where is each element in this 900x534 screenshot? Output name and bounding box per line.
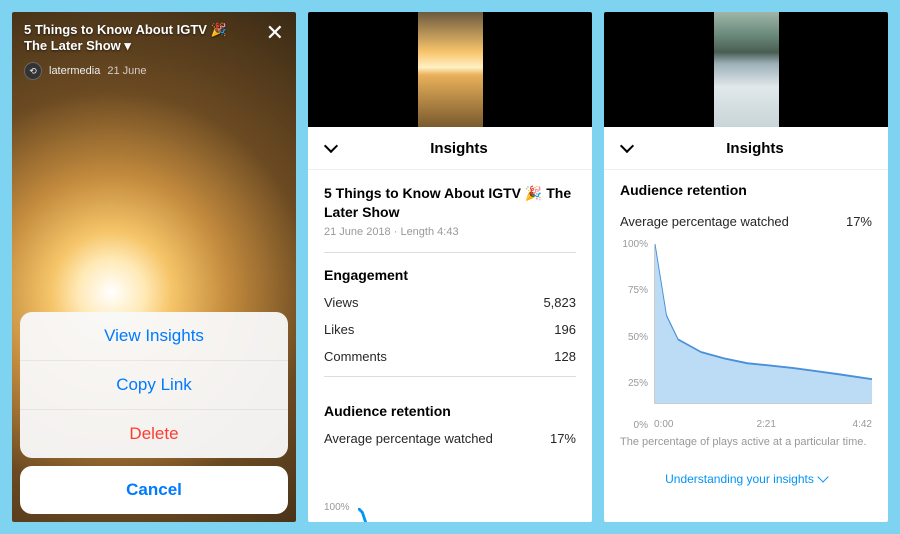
comments-label: Comments [324, 349, 387, 364]
avg-watched-value: 17% [550, 431, 576, 446]
understanding-insights-link[interactable]: Understanding your insights [620, 464, 872, 494]
likes-label: Likes [324, 322, 354, 337]
ytick-50: 50% [620, 332, 648, 343]
delete-button[interactable]: Delete [20, 410, 288, 458]
peek-ytick-100: 100% [324, 502, 350, 513]
phone-retention-chart: Insights Audience retention Average perc… [604, 12, 888, 522]
metric-comments: Comments 128 [324, 349, 576, 364]
views-value: 5,823 [543, 295, 576, 310]
cancel-button[interactable]: Cancel [20, 466, 288, 514]
ytick-25: 25% [620, 378, 648, 389]
metric-likes: Likes 196 [324, 322, 576, 337]
retention-chart: 100% 75% 50% 25% 0% 0:00 2:21 4:42 [620, 239, 872, 424]
likes-value: 196 [554, 322, 576, 337]
insights-title: Insights [636, 140, 874, 157]
avg-watched-label: Average percentage watched [324, 431, 493, 446]
insights-meta: 21 June 2018 · Length 4:43 [324, 226, 576, 238]
video-thumbnail [714, 12, 779, 127]
phone-insights-overview: Insights 5 Things to Know About IGTV 🎉 T… [308, 12, 592, 522]
view-insights-button[interactable]: View Insights [20, 312, 288, 361]
insights-video-title: 5 Things to Know About IGTV 🎉 The Later … [324, 184, 576, 222]
insights-content: 5 Things to Know About IGTV 🎉 The Later … [308, 170, 592, 458]
retention-content: Audience retention Average percentage wa… [604, 170, 888, 494]
peek-line [358, 508, 576, 522]
video-preview[interactable] [308, 12, 592, 127]
phone-igtv-video: 5 Things to Know About IGTV 🎉 The Later … [12, 12, 296, 522]
video-date: 21 June [107, 65, 146, 77]
video-preview[interactable] [604, 12, 888, 127]
retention-area-path [655, 244, 872, 403]
insights-header: Insights [604, 127, 888, 170]
channel-username[interactable]: latermedia [49, 65, 100, 77]
chart-plot-area [654, 244, 872, 404]
ytick-100: 100% [620, 239, 648, 250]
insights-title: Insights [340, 140, 578, 157]
chevron-down-icon[interactable] [322, 139, 340, 157]
close-icon[interactable]: ✕ [266, 22, 284, 44]
action-sheet-menu: View Insights Copy Link Delete [20, 312, 288, 458]
insights-header: Insights [308, 127, 592, 170]
audience-retention-section: Audience retention Average percentage wa… [324, 376, 576, 446]
video-header: 5 Things to Know About IGTV 🎉 The Later … [12, 12, 296, 90]
chart-footnote: The percentage of plays active at a part… [620, 436, 872, 448]
channel-avatar[interactable]: ⟲ [24, 62, 42, 80]
views-label: Views [324, 295, 358, 310]
video-title-line1: 5 Things to Know About IGTV 🎉 [24, 22, 284, 38]
xtick-1: 2:21 [756, 419, 775, 430]
engagement-section-title: Engagement [324, 252, 576, 283]
ytick-0: 0% [620, 420, 648, 431]
avg-watched-value: 17% [846, 214, 872, 229]
chevron-down-icon[interactable] [618, 139, 636, 157]
ytick-75: 75% [620, 285, 648, 296]
chevron-down-icon [817, 471, 828, 482]
retention-chart-peek: 100% [324, 502, 576, 522]
retention-section-title: Audience retention [620, 182, 872, 198]
video-title-line2[interactable]: The Later Show ▾ [24, 38, 284, 54]
retention-section-title: Audience retention [324, 403, 576, 419]
metric-views: Views 5,823 [324, 295, 576, 310]
avg-watched-label: Average percentage watched [620, 214, 789, 229]
xtick-2: 4:42 [853, 419, 872, 430]
copy-link-button[interactable]: Copy Link [20, 361, 288, 410]
chart-xticks: 0:00 2:21 4:42 [654, 404, 872, 418]
metric-avg-watched: Average percentage watched 17% [324, 431, 576, 446]
metric-avg-watched: Average percentage watched 17% [620, 214, 872, 229]
video-thumbnail [418, 12, 483, 127]
action-sheet: View Insights Copy Link Delete Cancel [12, 304, 296, 522]
xtick-0: 0:00 [654, 419, 673, 430]
comments-value: 128 [554, 349, 576, 364]
